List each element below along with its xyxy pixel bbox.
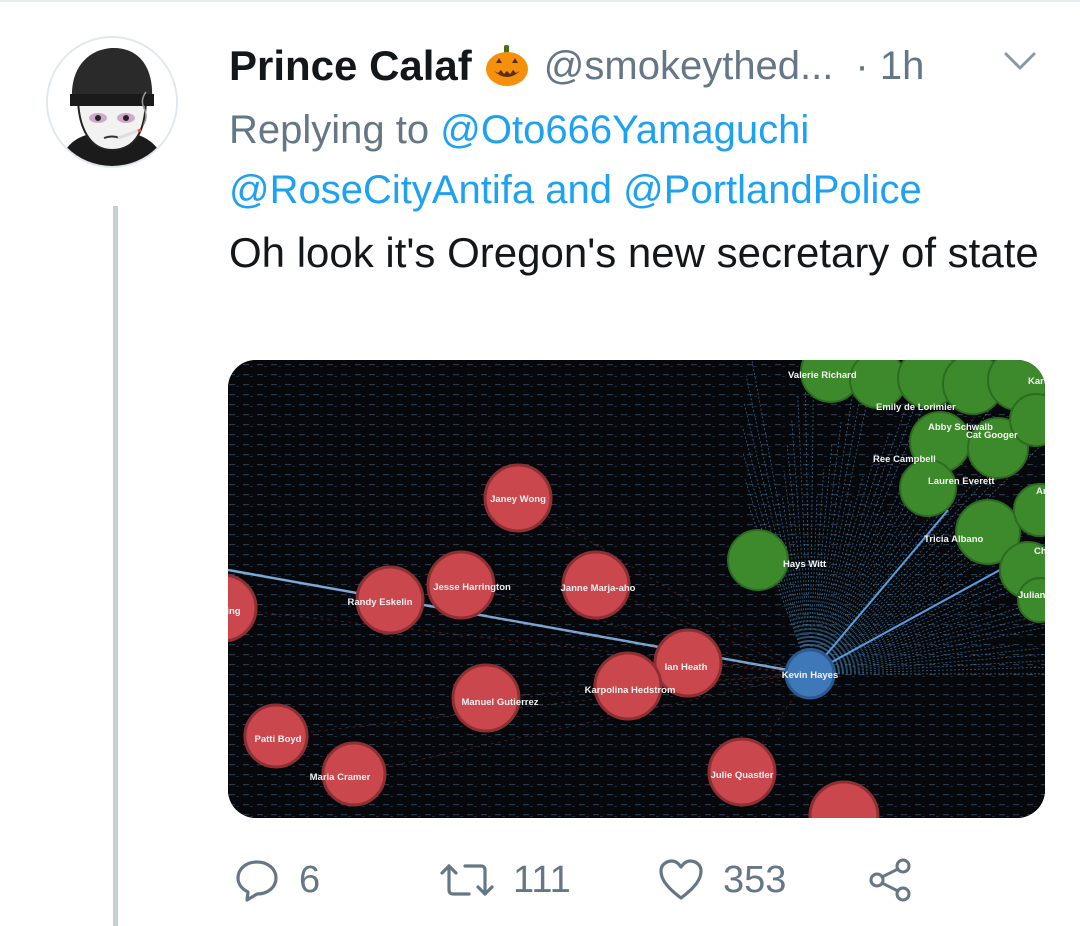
reply-icon [236, 860, 278, 902]
avatar[interactable] [46, 36, 178, 168]
user-handle[interactable]: @smokeythed... [544, 44, 834, 89]
like-action[interactable]: 353 [657, 850, 786, 910]
mention-link[interactable]: @RoseCityAntifa [229, 168, 534, 212]
jack-o-lantern-icon [485, 45, 528, 86]
retweet-action[interactable]: 111 [439, 850, 571, 910]
graph-node-label: Janne Marja-aho [561, 583, 636, 594]
mention-and: and [545, 168, 613, 212]
mention-link[interactable]: @PortlandPolice [623, 168, 922, 212]
graph-node-label: Chris [1034, 546, 1045, 557]
graph-node-label: Jesse Harrington [433, 582, 511, 593]
like-count: 353 [723, 858, 787, 901]
network-graph-image: Hays Witt Valerie Richard Emily de Lorimie… [228, 360, 1045, 818]
tweet-text: Oh look it's Oregon's new secretary of s… [229, 229, 1039, 276]
replying-to-label: Replying to [229, 108, 430, 152]
heart-icon [659, 859, 703, 900]
graph-node-label: Julian [1018, 590, 1045, 601]
tweet-header: Prince Calaf @smokeythed... · 1h [229, 38, 924, 94]
mention-link[interactable]: @Oto666Yamaguchi [440, 108, 809, 152]
retweet-count: 111 [513, 858, 571, 901]
graph-node-label: Julie Quastler [711, 770, 774, 781]
graph-node-label: Ree Campbell [873, 454, 936, 465]
graph-node-label: Emily de Lorimier [876, 402, 956, 413]
graph-node-label: Maria Cramer [310, 772, 371, 783]
graph-node-label: Karpolina Hedstrom [585, 685, 676, 696]
graph-node-label: Manuel Gutierrez [461, 697, 538, 708]
reply-context: Replying to @Oto666Yamaguchi @RoseCityAn… [229, 100, 1049, 220]
share-icon [869, 858, 911, 902]
graph-node-label: Hays Witt [783, 559, 827, 570]
graph-node-label: Ian Heath [665, 662, 708, 673]
graph-node-label: Valerie Richard [788, 370, 857, 381]
graph-node-green [899, 459, 957, 517]
thread-line [113, 206, 118, 926]
graph-node-label: Janey Wong [490, 494, 546, 505]
share-action[interactable] [867, 850, 915, 910]
tweet-image[interactable]: Hays Witt Valerie Richard Emily de Lorimie… [228, 360, 1045, 818]
graph-node-label: Cat Googer [966, 430, 1018, 441]
graph-node-label: Tricia Albano [924, 534, 983, 545]
avatar-image [48, 38, 176, 166]
reply-action[interactable]: 6 [233, 850, 320, 910]
reply-count: 6 [299, 858, 321, 901]
chevron-down-icon[interactable] [1000, 46, 1040, 76]
graph-node-label: Karen [1028, 376, 1045, 387]
graph-node-label: Lauren Everett [928, 476, 995, 487]
graph-node-label: Randy Eskelin [348, 597, 413, 608]
graph-node-label: Kevin Hayes [782, 670, 839, 681]
tweet-actions: 6 111 353 [229, 850, 1029, 910]
tweet-time[interactable]: · 1h [855, 44, 924, 89]
graph-node-label: Patti Boyd [255, 734, 302, 745]
display-name[interactable]: Prince Calaf [229, 42, 472, 90]
top-divider [0, 0, 1080, 2]
graph-node-green [727, 529, 789, 591]
graph-node-label: King [228, 606, 241, 617]
retweet-icon [440, 864, 494, 896]
graph-node-label: Amy [1036, 486, 1045, 497]
